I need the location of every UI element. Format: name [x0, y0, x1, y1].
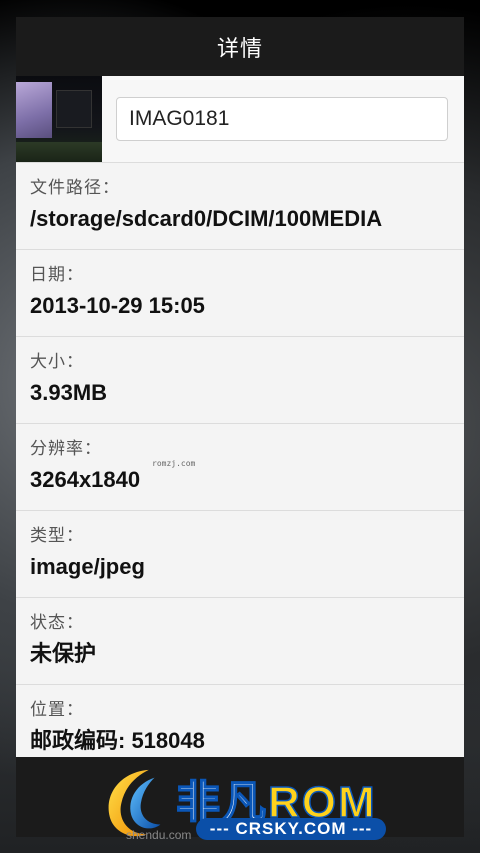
detail-row-path: 文件路径： /storage/sdcard0/DCIM/100MEDIA [16, 163, 464, 250]
detail-value: 未保护 [30, 641, 97, 666]
file-header-row: IMAG0181 [16, 76, 464, 163]
thumbnail-screen-shape [16, 82, 52, 138]
detail-label: 大小： [30, 352, 84, 372]
logo-subtitle: --- CRSKY.COM --- [196, 818, 386, 840]
detail-row-date: 日期： 2013-10-29 15:05 [16, 250, 464, 337]
thumbnail-desk-shape [16, 142, 102, 162]
file-name-value: IMAG0181 [129, 107, 230, 130]
detail-row-status: 状态： 未保护 [16, 598, 464, 685]
detail-value: image/jpeg [30, 554, 145, 579]
dialog-title: 详情 [216, 36, 263, 62]
file-name-field[interactable]: IMAG0181 [116, 97, 448, 141]
detail-label: 位置： [30, 700, 84, 720]
thumbnail-monitor-shape [56, 90, 92, 128]
detail-label: 日期： [30, 265, 84, 285]
detail-row-type: 类型： image/jpeg [16, 511, 464, 598]
detail-label: 类型： [30, 526, 84, 546]
details-dialog: 详情 IMAG0181 文件路径： /storage/sdcard0/DCIM/… [16, 17, 464, 837]
logo-under-text: shendu.com [126, 828, 192, 842]
watermark-small-text: romzj.com [152, 459, 196, 468]
crsky-logo-watermark: 非凡ROM shendu.com --- CRSKY.COM --- [92, 760, 392, 850]
detail-label: 状态： [30, 613, 84, 633]
detail-label: 分辨率： [30, 439, 102, 459]
detail-value: /storage/sdcard0/DCIM/100MEDIA [30, 206, 383, 231]
image-thumbnail [16, 76, 102, 162]
detail-value: 2013-10-29 15:05 [30, 293, 205, 318]
detail-row-resolution: 分辨率： 3264x1840 [16, 424, 464, 511]
detail-row-size: 大小： 3.93MB [16, 337, 464, 424]
detail-value: 3.93MB [30, 380, 108, 405]
detail-value: 邮政编码: 518048 [30, 728, 205, 753]
detail-label: 文件路径： [30, 178, 120, 198]
detail-value: 3264x1840 [30, 467, 141, 492]
dialog-title-bar: 详情 [16, 17, 464, 76]
